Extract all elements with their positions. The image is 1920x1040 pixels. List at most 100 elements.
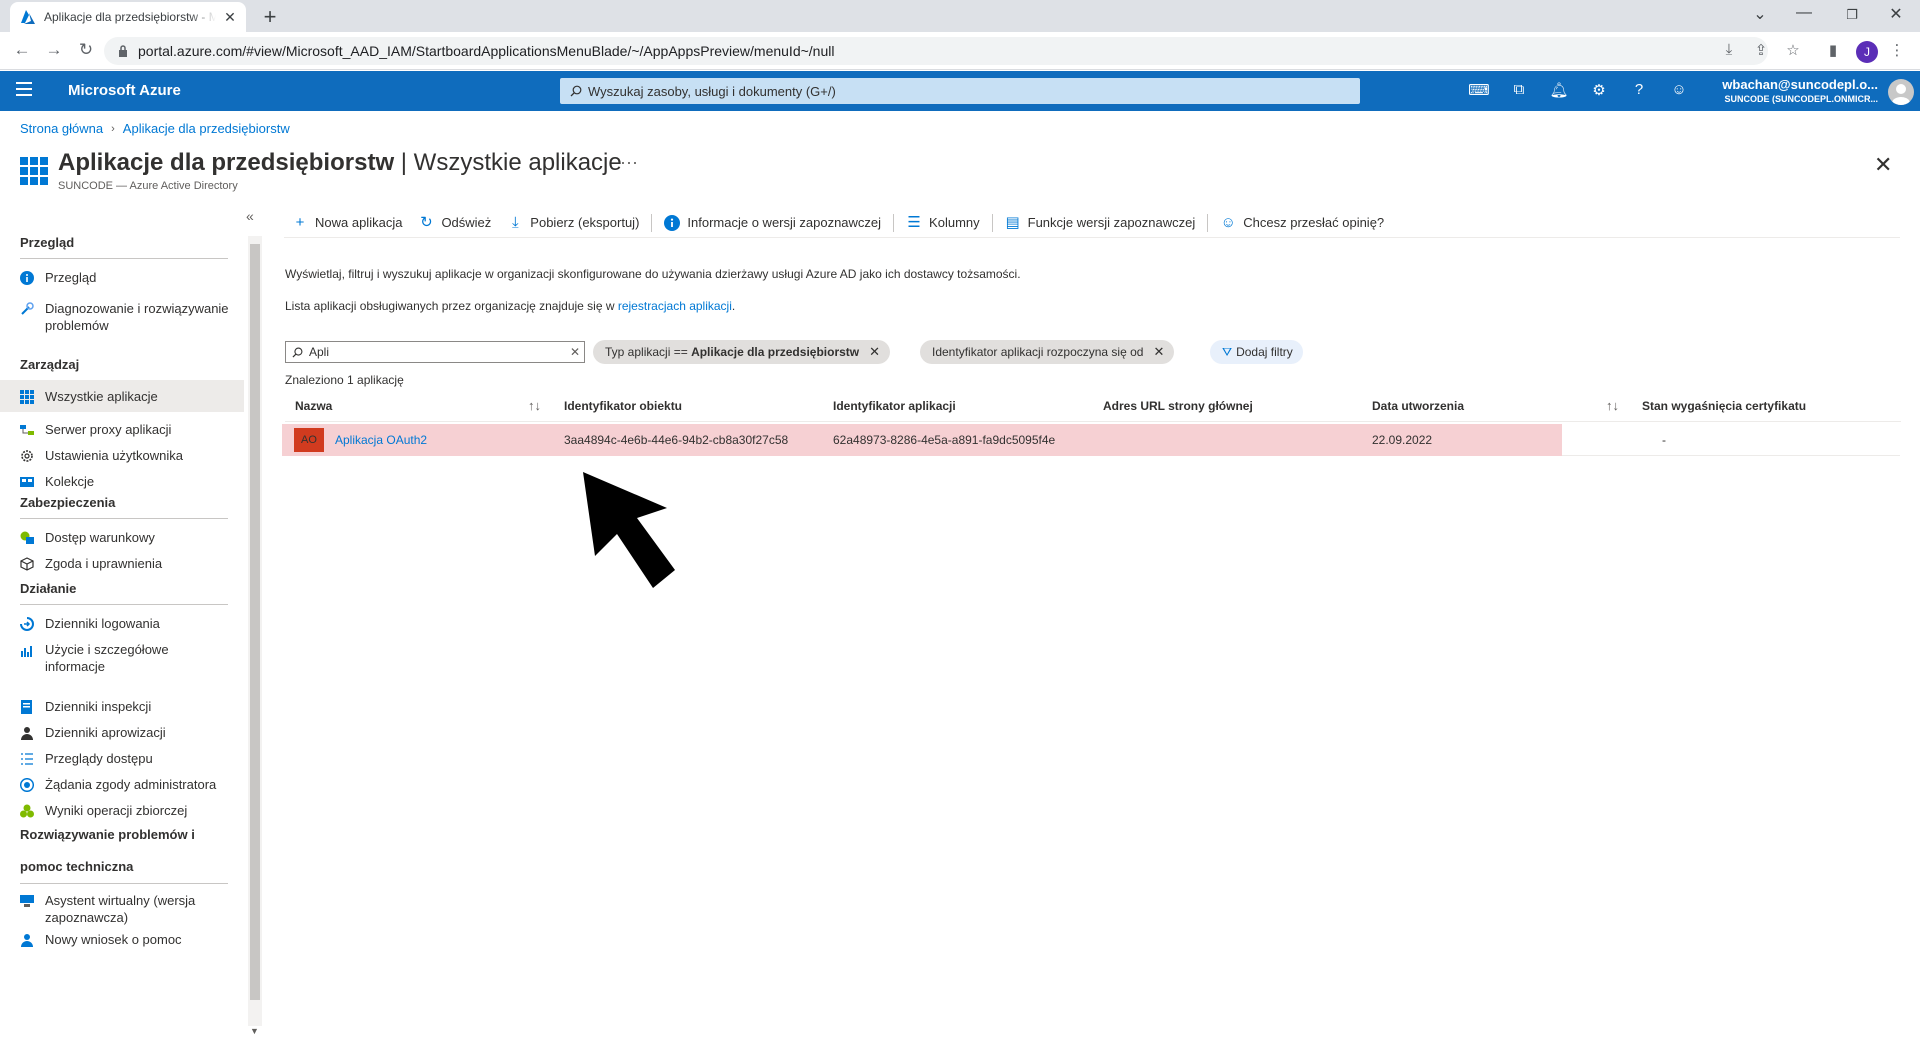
preview-info-button[interactable]: Informacje o wersji zapoznawczej [656, 214, 889, 231]
help-icon[interactable]: ? [1628, 81, 1650, 101]
tab-search-chevron-icon[interactable]: ⌄ [1740, 4, 1780, 24]
window-close-icon[interactable]: ✕ [1876, 4, 1916, 24]
sidebar-item-label: Dostęp warunkowy [45, 530, 155, 545]
more-options-icon[interactable]: ··· [620, 152, 638, 173]
columns-button[interactable]: ☰ Kolumny [898, 214, 988, 231]
sidebar-item-virtual-assistant[interactable]: Asystent wirtualny (wersja zapoznawcza) [0, 892, 244, 926]
add-filters-button[interactable]: ⛛ Dodaj filtry [1210, 340, 1303, 364]
filter-pill-app-type[interactable]: Typ aplikacji == Aplikacje dla przedsięb… [593, 340, 891, 364]
preview-features-button[interactable]: ▤ Funkcje wersji zapoznawczej [997, 213, 1204, 231]
user-avatar-icon [1892, 84, 1910, 105]
filter-pill-app-type-prefix: Typ aplikacji == [605, 345, 688, 359]
sidebar-item-collections[interactable]: Kolekcje [0, 473, 244, 490]
remove-filter-icon[interactable]: ✕ [1153, 344, 1164, 360]
directory-filter-icon[interactable]: ⧉ [1508, 81, 1530, 101]
download-icon: ⤓ [511, 213, 519, 231]
download-button[interactable]: ⤓ Pobierz (eksportuj) [499, 213, 647, 231]
account-info[interactable]: wbachan@suncodepl.o... SUNCODE (SUNCODEP… [1718, 77, 1878, 104]
chevron-right-icon: › [111, 122, 115, 135]
close-tab-icon[interactable]: ✕ [222, 9, 238, 26]
minimize-icon[interactable]: — [1784, 4, 1824, 22]
object-id-cell: 3aa4894c-4e6b-44e6-94b2-cb8a30f27c58 [564, 433, 789, 447]
account-tenant: SUNCODE (SUNCODEPL.ONMICR... [1724, 94, 1878, 104]
collapse-sidebar-icon[interactable]: « [246, 208, 254, 224]
virtual-assistant-icon [20, 895, 34, 907]
add-filter-icon: ⛛ [1222, 344, 1233, 359]
column-header-cert-expiry[interactable]: Stan wygaśnięcia certyfikatu [1642, 399, 1806, 413]
sidebar-item-access-reviews[interactable]: Przeglądy dostępu [0, 750, 244, 767]
gear-icon [21, 450, 33, 462]
sidebar-item-consent[interactable]: Zgoda i uprawnienia [0, 555, 244, 572]
breadcrumb-home[interactable]: Strona główna [20, 121, 103, 136]
sidebar-item-conditional-access[interactable]: Dostęp warunkowy [0, 529, 244, 546]
page-title-main: Aplikacje dla przedsiębiorstw [58, 149, 395, 176]
notifications-bell-icon[interactable]: 🔔︎ [1548, 81, 1570, 101]
sidebar-item-all-apps[interactable]: Wszystkie aplikacje [0, 380, 244, 412]
portal-menu-icon[interactable] [16, 82, 32, 100]
feedback-icon[interactable]: ☺ [1668, 81, 1690, 101]
sidebar-item-provisioning-logs[interactable]: Dzienniki aprowizacji [0, 724, 244, 741]
sidebar-item-new-support[interactable]: Nowy wniosek o pomoc [0, 931, 244, 948]
feedback-button[interactable]: ☺ Chcesz przesłać opinię? [1212, 214, 1392, 231]
refresh-button[interactable]: ↻ Odśwież [410, 214, 499, 231]
back-icon[interactable]: ← [10, 40, 34, 62]
new-tab-icon[interactable]: + [258, 4, 282, 30]
sidebar-item-diagnose[interactable]: Diagnozowanie i rozwiązywanie problemów [0, 300, 244, 334]
info-icon [664, 214, 681, 231]
signin-log-icon [20, 617, 34, 631]
account-avatar[interactable] [1888, 79, 1914, 105]
sidebar-item-app-proxy[interactable]: Serwer proxy aplikacji [0, 421, 244, 438]
share-icon[interactable]: ⇪ [1750, 41, 1772, 59]
filter-pill-app-id[interactable]: Identyfikator aplikacji rozpoczyna się o… [920, 340, 1175, 364]
app-name-link[interactable]: Aplikacja OAuth2 [335, 433, 427, 447]
url-field[interactable]: portal.azure.com/#view/Microsoft_AAD_IAM… [104, 37, 1768, 65]
browser-tab[interactable]: Aplikacje dla przedsiębiorstw - Microsof… [10, 2, 246, 32]
clear-search-icon[interactable]: ✕ [566, 345, 584, 359]
created-date-cell: 22.09.2022 [1372, 433, 1433, 447]
column-header-name[interactable]: Nazwa [295, 399, 332, 413]
column-header-created[interactable]: Data utworzenia [1372, 399, 1464, 413]
sidebar-item-admin-consent[interactable]: Żądania zgody administratora [0, 776, 244, 793]
column-header-object-id[interactable]: Identyfikator obiektu [564, 399, 682, 413]
column-header-app-id[interactable]: Identyfikator aplikacji [833, 399, 956, 413]
bookmark-star-icon[interactable]: ☆ [1782, 41, 1804, 59]
restore-icon[interactable]: ❐ [1832, 7, 1872, 23]
new-app-button[interactable]: + Nowa aplikacja [284, 214, 410, 231]
sidebar-scroll-thumb[interactable] [250, 244, 260, 1000]
sidebar-item-signin-logs[interactable]: Dzienniki logowania [0, 615, 244, 632]
cloud-shell-icon[interactable]: ⌨ [1468, 81, 1490, 101]
sidebar-item-label: Dzienniki inspekcji [45, 699, 152, 714]
install-app-icon[interactable]: ⤓ [1718, 41, 1740, 58]
reload-icon[interactable]: ↻ [74, 40, 98, 62]
sort-icon[interactable]: ↑↓ [528, 398, 541, 413]
person-icon [21, 727, 33, 740]
sidebar-item-label: Nowy wniosek o pomoc [45, 932, 182, 947]
remove-filter-icon[interactable]: ✕ [869, 344, 880, 360]
sidebar-item-overview[interactable]: Przegląd [0, 269, 244, 286]
global-search-input[interactable]: Wyszukaj zasoby, usługi i dokumenty (G+/… [560, 78, 1360, 104]
sidebar-item-usage[interactable]: Użycie i szczegółowe informacje [0, 641, 244, 675]
close-blade-icon[interactable]: ✕ [1874, 152, 1892, 178]
section-activity: Działanie [20, 581, 77, 596]
sidebar-item-bulk-results[interactable]: Wyniki operacji zbiorczej [0, 802, 244, 819]
browser-menu-icon[interactable]: ⋮ [1886, 41, 1908, 59]
azure-brand[interactable]: Microsoft Azure [68, 82, 181, 99]
sidebar-item-label: Kolekcje [45, 474, 95, 489]
breadcrumb-current[interactable]: Aplikacje dla przedsiębiorstw [123, 121, 290, 136]
sort-icon[interactable]: ↑↓ [1606, 398, 1619, 413]
forward-icon[interactable]: → [42, 40, 66, 62]
settings-gear-icon[interactable]: ⚙ [1588, 81, 1610, 101]
add-filters-label: Dodaj filtry [1236, 345, 1293, 359]
page-title-rest: | Wszystkie aplikacje [394, 149, 622, 176]
profile-avatar[interactable]: J [1856, 41, 1878, 63]
preview-features-icon: ▤ [1005, 213, 1020, 231]
description-line-2: Lista aplikacji obsługiwanych przez orga… [285, 299, 735, 313]
sidebar-item-audit-logs[interactable]: Dzienniki inspekcji [0, 698, 244, 715]
table-row[interactable]: AO Aplikacja OAuth2 3aa4894c-4e6b-44e6-9… [282, 424, 1900, 456]
filter-search-input[interactable]: Apli ✕ [285, 341, 585, 363]
column-header-homepage[interactable]: Adres URL strony głównej [1103, 399, 1253, 413]
scroll-down-icon[interactable]: ▼ [250, 1026, 259, 1036]
app-registrations-link[interactable]: rejestracjach aplikacji [618, 299, 732, 313]
side-panel-icon[interactable]: ▮ [1822, 41, 1844, 59]
sidebar-item-user-settings[interactable]: Ustawienia użytkownika [0, 447, 244, 464]
